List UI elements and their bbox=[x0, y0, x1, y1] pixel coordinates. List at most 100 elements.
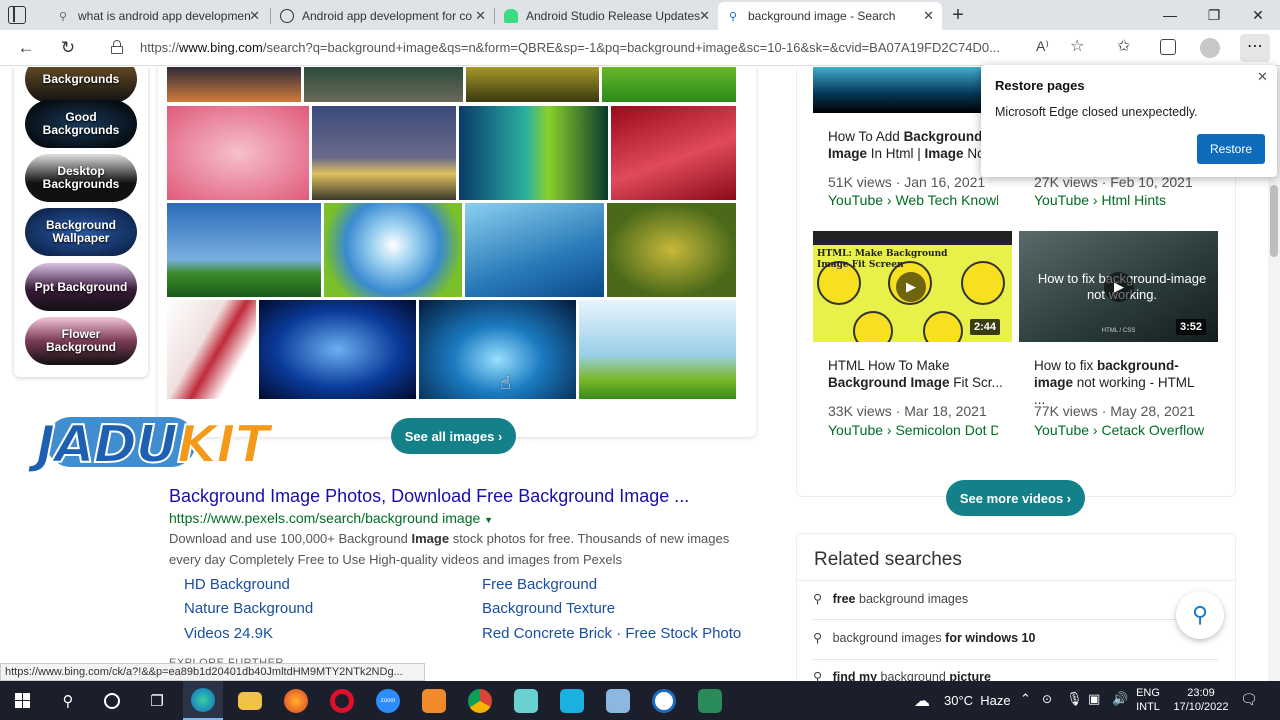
collections-icon[interactable] bbox=[1160, 39, 1176, 55]
search-icon: ⚲ bbox=[813, 670, 823, 681]
pill-backgrounds[interactable]: Backgrounds bbox=[25, 67, 137, 103]
read-aloud-icon[interactable]: A⁾ bbox=[1036, 38, 1049, 55]
related-search-item[interactable]: ⚲ find my background picture bbox=[813, 669, 991, 681]
settings-more-icon[interactable]: ⋯ bbox=[1240, 34, 1270, 62]
related-search-item[interactable]: ⚲ background images for windows 10 bbox=[813, 630, 1035, 645]
tab-0[interactable]: ⚲ what is android app developmen ✕ bbox=[48, 2, 268, 30]
tab-3[interactable]: ⚲ background image - Search ✕ bbox=[718, 2, 942, 30]
related-search-item[interactable]: ⚲ free background images bbox=[813, 591, 968, 606]
cortana-icon[interactable] bbox=[92, 681, 132, 720]
video-source[interactable]: YouTube › Web Tech Knowl... bbox=[828, 192, 998, 208]
image-thumbnail[interactable] bbox=[418, 299, 577, 400]
deep-link[interactable]: Free Background bbox=[482, 576, 597, 593]
deep-link[interactable]: Nature Background bbox=[184, 600, 313, 617]
app-icon[interactable] bbox=[506, 681, 546, 720]
windows-start-icon[interactable] bbox=[2, 681, 42, 720]
result-url[interactable]: https://www.pexels.com/search/background… bbox=[169, 510, 493, 526]
task-view-icon[interactable]: ❐ bbox=[137, 681, 177, 720]
see-all-images-button[interactable]: See all images › bbox=[391, 418, 516, 454]
close-tab-icon[interactable]: ✕ bbox=[923, 8, 934, 24]
microphone-icon[interactable]: 🎙 bbox=[1066, 691, 1083, 707]
new-tab-button[interactable]: + bbox=[946, 3, 970, 27]
pill-flower-background[interactable]: Flower Background bbox=[25, 317, 137, 365]
play-icon[interactable]: ▶ bbox=[896, 272, 926, 302]
url-field[interactable]: https://www.bing.com/search?q=background… bbox=[96, 34, 1096, 62]
image-thumbnail[interactable] bbox=[464, 202, 605, 298]
image-thumbnail[interactable] bbox=[166, 67, 302, 103]
clock[interactable]: 23:09 17/10/2022 bbox=[1172, 686, 1230, 714]
close-tab-icon[interactable]: ✕ bbox=[699, 8, 710, 24]
weather-text[interactable]: 30°C Haze bbox=[944, 693, 1011, 708]
image-thumbnail[interactable] bbox=[303, 67, 464, 103]
tab-1[interactable]: Android app development for co ✕ bbox=[272, 2, 494, 30]
profile-avatar[interactable] bbox=[1200, 38, 1220, 58]
back-button[interactable]: ← bbox=[8, 30, 44, 66]
deep-link[interactable]: Red Concrete Brick · Free Stock Photo bbox=[482, 625, 741, 642]
play-icon[interactable]: ▶ bbox=[1104, 272, 1134, 302]
image-thumbnail[interactable] bbox=[578, 299, 737, 400]
pill-good-backgrounds[interactable]: Good Backgrounds bbox=[25, 100, 137, 148]
tab-2[interactable]: Android Studio Release Updates ✕ bbox=[496, 2, 718, 30]
image-thumbnail[interactable] bbox=[166, 105, 310, 201]
deep-link[interactable]: HD Background bbox=[184, 576, 290, 593]
favorites-icon[interactable]: ✩ bbox=[1117, 36, 1130, 56]
deep-link[interactable]: Videos 24.9K bbox=[184, 625, 273, 642]
search-icon[interactable]: ⚲ bbox=[48, 681, 88, 720]
video-caption[interactable]: How to fix background-image not working … bbox=[1034, 357, 1209, 408]
app-icon[interactable] bbox=[552, 681, 592, 720]
floating-search-button[interactable]: ⚲ bbox=[1176, 591, 1224, 639]
deep-link[interactable]: Background Texture bbox=[482, 600, 615, 617]
scrollbar-thumb[interactable] bbox=[1270, 185, 1278, 257]
network-icon[interactable]: ▣ bbox=[1088, 691, 1100, 707]
app-icon[interactable] bbox=[414, 681, 454, 720]
close-window-button[interactable]: ✕ bbox=[1236, 0, 1280, 30]
image-thumbnail[interactable] bbox=[258, 299, 417, 400]
image-thumbnail[interactable] bbox=[458, 105, 609, 201]
close-icon[interactable]: ✕ bbox=[1257, 69, 1268, 85]
image-thumbnail[interactable] bbox=[166, 202, 322, 298]
restore-button[interactable]: Restore bbox=[1197, 134, 1265, 164]
edge-app-icon[interactable] bbox=[183, 681, 223, 720]
notifications-icon[interactable]: 🗨 bbox=[1240, 691, 1258, 708]
tray-chevron-icon[interactable]: ⌃ bbox=[1020, 691, 1031, 707]
close-tab-icon[interactable]: ✕ bbox=[475, 8, 486, 24]
pill-desktop-backgrounds[interactable]: Desktop Backgrounds bbox=[25, 154, 137, 202]
opera-icon[interactable] bbox=[322, 681, 362, 720]
image-thumbnail[interactable] bbox=[610, 105, 737, 201]
pill-ppt-background[interactable]: Ppt Background bbox=[25, 263, 137, 311]
app-icon[interactable] bbox=[644, 681, 684, 720]
video-thumbnail[interactable] bbox=[813, 67, 981, 113]
app-icon[interactable] bbox=[598, 681, 638, 720]
image-thumbnail[interactable] bbox=[606, 202, 737, 298]
zoom-icon[interactable]: zoom bbox=[368, 681, 408, 720]
video-meta: 33K views · Mar 18, 2021 bbox=[828, 403, 987, 419]
close-tab-icon[interactable]: ✕ bbox=[249, 8, 260, 24]
firefox-icon[interactable] bbox=[276, 681, 316, 720]
lock-icon[interactable] bbox=[111, 40, 123, 54]
image-thumbnail[interactable] bbox=[465, 67, 600, 103]
tray-icon[interactable]: ⊙ bbox=[1042, 692, 1052, 706]
pill-background-wallpaper[interactable]: Background Wallpaper bbox=[25, 208, 137, 256]
chrome-icon[interactable] bbox=[460, 681, 500, 720]
file-explorer-icon[interactable] bbox=[230, 681, 270, 720]
video-source[interactable]: YouTube › Semicolon Dot D... bbox=[828, 422, 998, 438]
video-source[interactable]: YouTube › Html Hints bbox=[1034, 192, 1204, 208]
result-title-link[interactable]: Background Image Photos, Download Free B… bbox=[169, 486, 689, 507]
android-studio-icon[interactable] bbox=[690, 681, 730, 720]
refresh-button[interactable]: ↻ bbox=[50, 30, 86, 66]
add-favorite-icon[interactable]: ☆ bbox=[1070, 36, 1084, 56]
volume-icon[interactable]: 🔊 bbox=[1112, 691, 1128, 707]
image-thumbnail[interactable] bbox=[323, 202, 463, 298]
see-more-videos-button[interactable]: See more videos › bbox=[946, 480, 1085, 516]
image-thumbnail[interactable] bbox=[601, 67, 737, 103]
image-thumbnail[interactable] bbox=[311, 105, 457, 201]
video-caption[interactable]: HTML How To Make Background Image Fit Sc… bbox=[828, 357, 1003, 391]
video-source[interactable]: YouTube › Cetack Overflow bbox=[1034, 422, 1204, 438]
language-indicator[interactable]: ENG INTL bbox=[1136, 686, 1160, 714]
image-thumbnail[interactable] bbox=[166, 299, 257, 400]
maximize-button[interactable]: ❐ bbox=[1192, 0, 1236, 30]
weather-icon[interactable]: ☁ bbox=[914, 691, 930, 711]
minimize-button[interactable]: — bbox=[1148, 0, 1192, 30]
tab-actions-icon[interactable] bbox=[8, 6, 26, 24]
video-caption[interactable]: How To Add Background Image In Html | Im… bbox=[828, 128, 988, 162]
